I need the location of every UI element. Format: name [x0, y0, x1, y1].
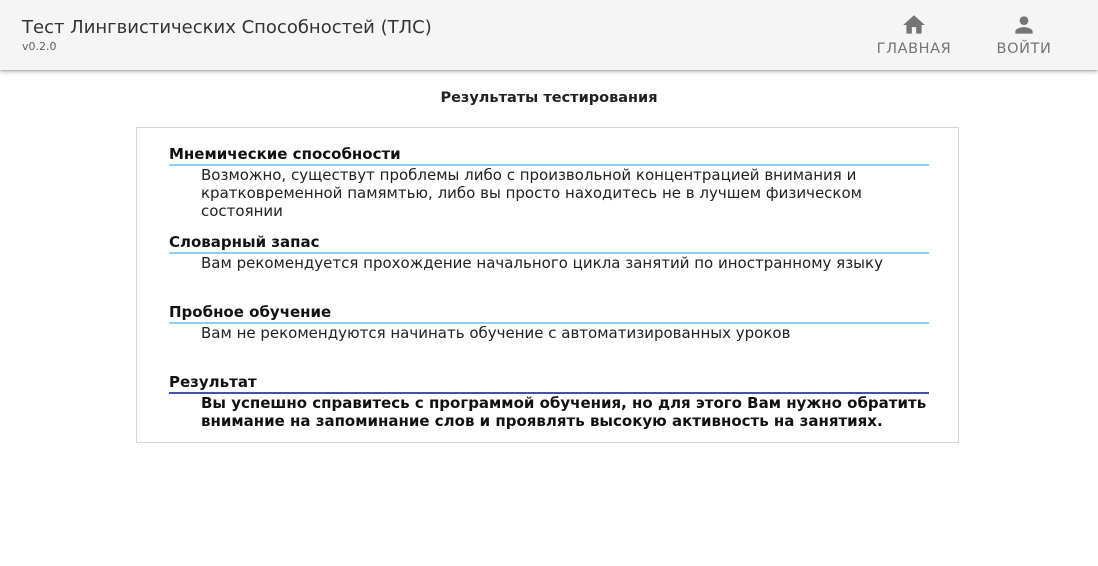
- page-title: Результаты тестирования: [440, 90, 658, 106]
- nav-home-button[interactable]: ГЛАВНАЯ: [870, 0, 958, 70]
- section-text: Возможно, существут проблемы либо с прои…: [201, 166, 862, 220]
- app-title: Тест Лингвистических Способностей (ТЛС): [22, 17, 432, 38]
- home-icon: [903, 15, 925, 34]
- nav-home-label: ГЛАВНАЯ: [876, 41, 952, 57]
- app-version: v0.2.0: [22, 40, 57, 53]
- nav-login-button[interactable]: ВОЙТИ: [984, 0, 1064, 70]
- section-title: Мнемические способности: [169, 145, 929, 166]
- app-bar: Тест Лингвистических Способностей (ТЛС) …: [0, 0, 1098, 70]
- results-card: Мнемические способности Возможно, сущест…: [136, 127, 959, 443]
- section-text: Вам не рекомендуются начинать обучение с…: [201, 324, 791, 342]
- section-title: Пробное обучение: [169, 303, 929, 324]
- section-title: Словарный запас: [169, 233, 929, 254]
- result-section-mnemonic: Мнемические способности Возможно, сущест…: [169, 145, 929, 220]
- section-title: Результат: [169, 373, 929, 394]
- result-section-final: Результат Вы успешно справитесь с програ…: [169, 373, 929, 430]
- result-section-vocabulary: Словарный запас Вам рекомендуется прохож…: [169, 233, 929, 272]
- nav-login-label: ВОЙТИ: [996, 41, 1052, 57]
- result-section-trial-learning: Пробное обучение Вам не рекомендуются на…: [169, 303, 929, 342]
- section-text: Вы успешно справитесь с программой обуче…: [201, 394, 927, 430]
- person-icon: [1015, 16, 1033, 34]
- section-text: Вам рекомендуется прохождение начального…: [201, 254, 883, 272]
